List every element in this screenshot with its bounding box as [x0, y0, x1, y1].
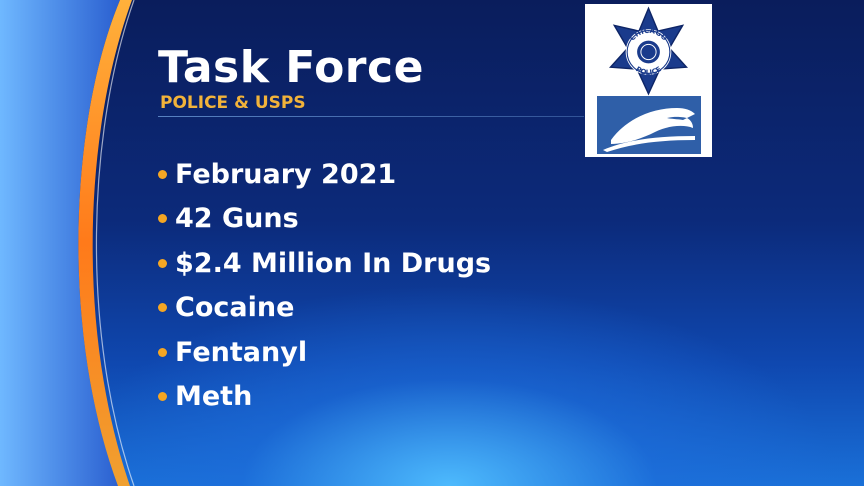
- list-item: $2.4 Million In Drugs: [158, 241, 491, 286]
- bullet-text: February 2021: [175, 158, 397, 190]
- list-item: 42 Guns: [158, 197, 491, 242]
- bullet-text: Cocaine: [175, 292, 295, 324]
- chicago-police-star-icon: CHICAGO POLICE: [608, 6, 689, 96]
- usps-eagle-icon: [597, 96, 701, 154]
- bullet-text: Meth: [175, 381, 253, 413]
- bullet-dot-icon: [158, 258, 167, 268]
- bullet-dot-icon: [158, 392, 167, 402]
- list-item: Fentanyl: [158, 330, 491, 375]
- bullet-dot-icon: [158, 214, 167, 224]
- graphic-title: Task Force: [158, 42, 424, 93]
- logo-card: CHICAGO POLICE: [585, 4, 712, 157]
- bullet-dot-icon: [158, 347, 167, 357]
- bullet-text: Fentanyl: [175, 336, 308, 368]
- bullet-text: $2.4 Million In Drugs: [175, 247, 492, 279]
- bullet-dot-icon: [158, 169, 167, 179]
- bullet-text: 42 Guns: [175, 203, 299, 235]
- title-divider: [158, 116, 584, 117]
- bullet-list: February 2021 42 Guns $2.4 Million In Dr…: [158, 152, 491, 419]
- list-item: Meth: [158, 375, 491, 420]
- graphic-background: Task Force POLICE & USPS February 2021 4…: [0, 0, 864, 486]
- bullet-dot-icon: [158, 303, 167, 313]
- list-item: February 2021: [158, 152, 491, 197]
- graphic-subtitle: POLICE & USPS: [160, 93, 306, 113]
- list-item: Cocaine: [158, 286, 491, 331]
